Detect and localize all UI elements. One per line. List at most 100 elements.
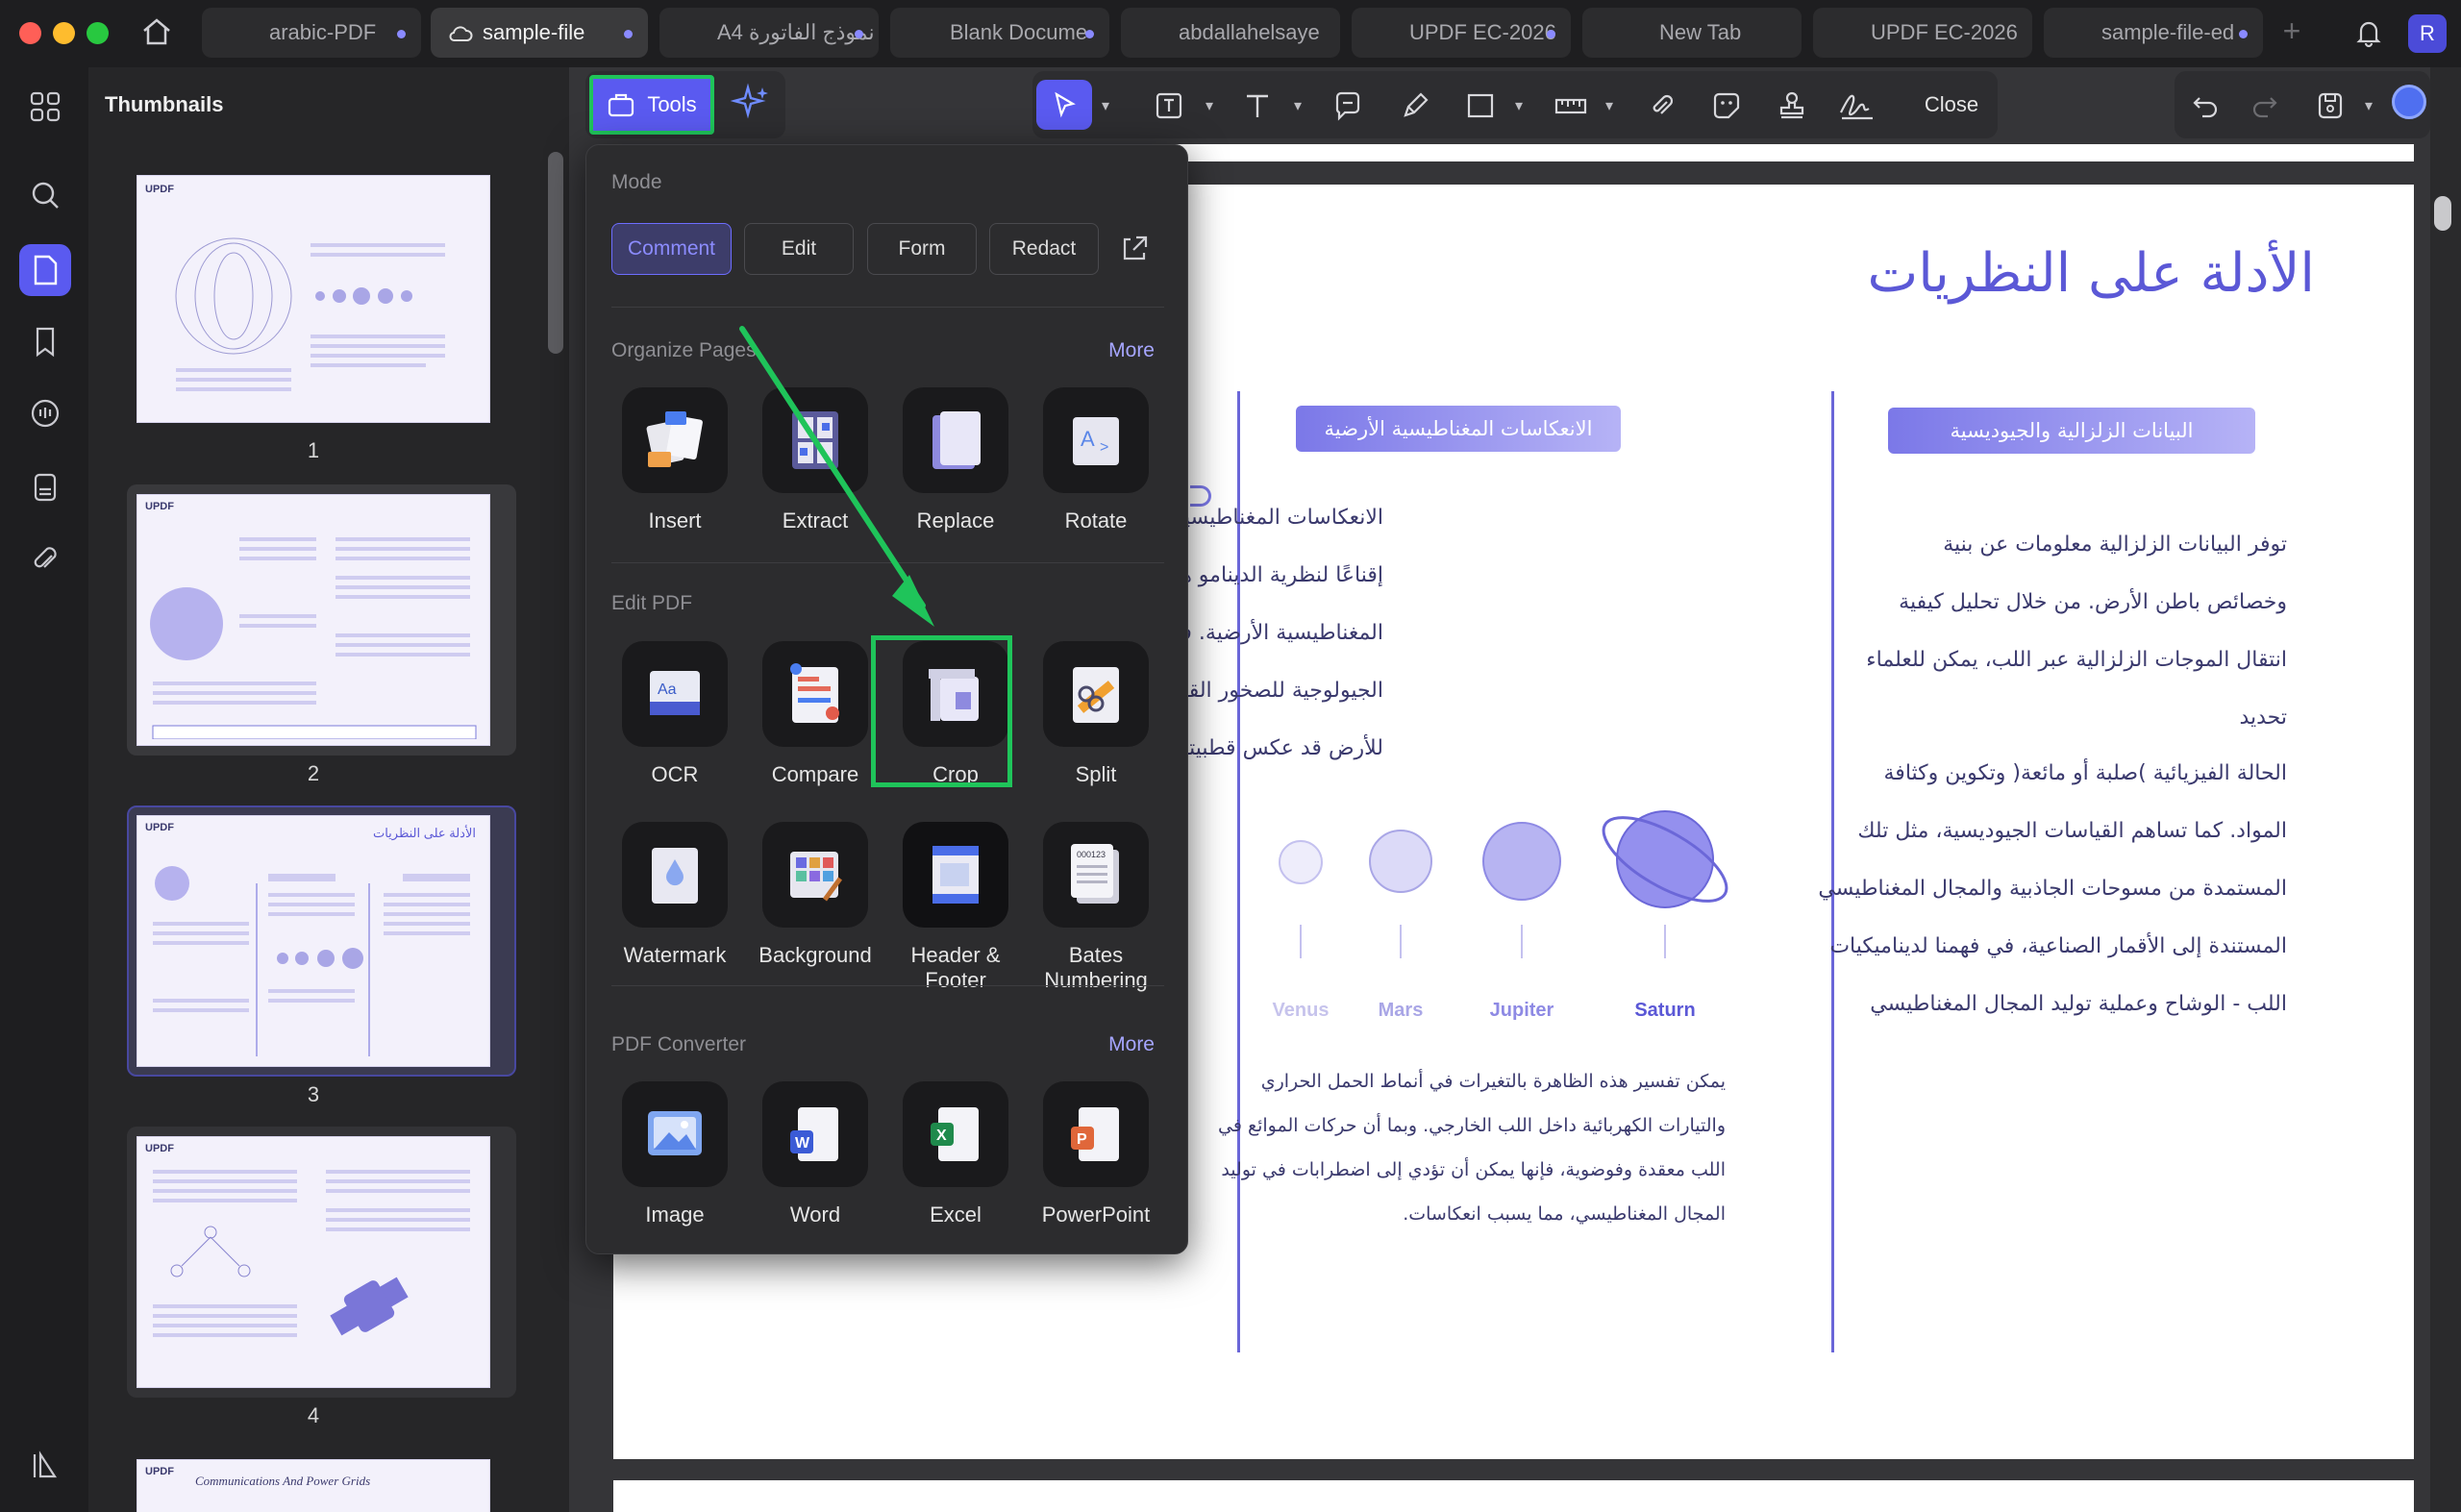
text-icon[interactable] xyxy=(1236,85,1279,127)
signature-icon[interactable] xyxy=(1836,85,1878,127)
right-paragraph-line: الحالة الفيزيائية )صلبة أو مائعة( وتكوين… xyxy=(1883,761,2287,785)
home-icon[interactable] xyxy=(139,14,174,49)
undo-icon[interactable] xyxy=(2184,85,2226,127)
mode-comment-button[interactable]: Comment xyxy=(611,223,732,275)
watermark-tool[interactable]: Watermark xyxy=(605,822,745,968)
avatar[interactable]: R xyxy=(2408,14,2447,53)
chevron-down-icon[interactable]: ▾ xyxy=(1600,85,1619,127)
comment-list-icon[interactable] xyxy=(23,392,67,436)
paperclip-icon[interactable] xyxy=(23,536,67,581)
page-number-3: 3 xyxy=(307,1082,320,1106)
thumbnail-page-3[interactable]: UPDF الأدلة على النظريات xyxy=(137,815,490,1067)
insert-tool[interactable]: Insert xyxy=(605,387,745,533)
convert-word-tool[interactable]: W Word xyxy=(745,1081,885,1227)
grid-icon[interactable] xyxy=(23,85,67,129)
split-tool[interactable]: Split xyxy=(1026,641,1166,787)
convert-excel-tool[interactable]: X Excel xyxy=(885,1081,1026,1227)
chevron-down-icon[interactable]: ▾ xyxy=(1096,85,1115,127)
convert-image-tool[interactable]: Image xyxy=(605,1081,745,1227)
comment-bubble-icon[interactable] xyxy=(1327,85,1369,127)
sticker-icon[interactable] xyxy=(1705,85,1748,127)
tab-updf-ec-1[interactable]: UPDF EC-2026 xyxy=(1352,8,1571,58)
pen-icon[interactable] xyxy=(1394,85,1436,127)
bell-icon[interactable] xyxy=(2351,15,2386,50)
tools-button[interactable]: Tools xyxy=(589,75,714,135)
save-icon[interactable] xyxy=(2309,85,2351,127)
chevron-down-icon[interactable]: ▾ xyxy=(1200,85,1219,127)
background-tool[interactable]: Background xyxy=(745,822,885,968)
header-footer-tool[interactable]: Header & Footer xyxy=(885,822,1026,993)
tab-blank-document[interactable]: Blank Docume xyxy=(890,8,1109,58)
sidebar-toggle-icon[interactable] xyxy=(23,1444,67,1488)
rotate-label: Rotate xyxy=(1064,508,1128,533)
mode-edit-button[interactable]: Edit xyxy=(744,223,854,275)
ocr-tool[interactable]: Aa OCR xyxy=(605,641,745,787)
right-column-divider xyxy=(1831,391,1834,1352)
tab-invoice[interactable]: A4 نموذج الفاتورة xyxy=(659,8,879,58)
tab-updf-ec-2[interactable]: UPDF EC-2026 xyxy=(1813,8,2032,58)
image-icon xyxy=(648,1111,702,1155)
chevron-down-icon[interactable]: ▾ xyxy=(1288,85,1307,127)
compare-icon xyxy=(790,663,839,723)
ai-assistant-icon[interactable] xyxy=(2392,85,2426,119)
page-attachment-icon[interactable] xyxy=(23,465,67,509)
chevron-down-icon[interactable]: ▾ xyxy=(1509,85,1529,127)
planet-label-jupiter: Jupiter xyxy=(1489,1000,1554,1021)
attachment-icon[interactable] xyxy=(1640,85,1682,127)
document-scrollbar-thumb[interactable] xyxy=(2434,196,2451,231)
mode-redact-button[interactable]: Redact xyxy=(989,223,1099,275)
thumbnail-4-preview xyxy=(153,1170,470,1337)
chevron-down-icon[interactable]: ▾ xyxy=(2359,85,2378,127)
tab-arabic-pdf[interactable]: arabic-PDF xyxy=(202,8,421,58)
close-window-button[interactable] xyxy=(19,22,41,44)
converter-more-link[interactable]: More xyxy=(1108,1033,1155,1056)
tab-label: New Tab xyxy=(1659,20,1742,44)
search-icon[interactable] xyxy=(23,173,67,217)
planet-label-saturn: Saturn xyxy=(1634,1000,1696,1021)
select-cursor-icon[interactable] xyxy=(1036,80,1092,130)
new-tab-plus-icon[interactable]: + xyxy=(2275,13,2309,48)
open-external-icon[interactable] xyxy=(1117,232,1152,266)
organize-more-link[interactable]: More xyxy=(1108,339,1155,362)
left-column-divider xyxy=(1237,391,1240,1352)
convert-powerpoint-tool[interactable]: P PowerPoint xyxy=(1026,1081,1166,1227)
page-number-1: 1 xyxy=(307,438,320,462)
compare-tool[interactable]: Compare xyxy=(745,641,885,787)
thumbnail-3-title: الأدلة على النظريات xyxy=(372,826,476,840)
popup-divider xyxy=(611,985,1164,986)
rectangle-shape-icon[interactable] xyxy=(1459,85,1502,127)
tab-new-tab[interactable]: New Tab xyxy=(1582,8,1802,58)
tab-sample-file-ed[interactable]: sample-file-ed xyxy=(2044,8,2263,58)
thumbnail-page-1[interactable]: UPDF xyxy=(137,175,490,423)
thumbnails-icon[interactable] xyxy=(19,244,71,296)
rotate-tool[interactable]: A > Rotate xyxy=(1026,387,1166,533)
planet-saturn xyxy=(1616,810,1714,908)
bookmark-icon[interactable] xyxy=(23,319,67,363)
bates-numbering-tool[interactable]: 000123 Bates Numbering xyxy=(1026,822,1166,993)
thumbnail-1-preview xyxy=(175,237,445,391)
planet-venus xyxy=(1279,840,1323,884)
measure-icon[interactable] xyxy=(1550,85,1592,127)
word-icon: W xyxy=(790,1107,838,1161)
zoom-window-button[interactable] xyxy=(87,22,109,44)
watermark-icon xyxy=(652,848,698,904)
tab-abdallahelsayed[interactable]: abdallahelsaye xyxy=(1121,8,1340,58)
close-toolbar-button[interactable]: Close xyxy=(1905,79,1998,131)
crop-tool[interactable]: Crop xyxy=(871,635,1026,787)
text-box-icon[interactable] xyxy=(1148,85,1190,127)
thumbnail-page-2[interactable]: UPDF xyxy=(137,494,490,746)
thumbnail-page-4[interactable]: UPDF xyxy=(137,1136,490,1388)
planets-illustration xyxy=(1279,810,1728,958)
stamp-icon[interactable] xyxy=(1771,85,1813,127)
background-icon xyxy=(790,852,843,902)
mode-form-button[interactable]: Form xyxy=(867,223,977,275)
ai-sparkle-icon[interactable] xyxy=(730,82,773,124)
redo-icon[interactable] xyxy=(2244,85,2286,127)
bottom-paragraph-line: والتيارات الكهربائية داخل اللب الخارجي. … xyxy=(1218,1115,1726,1136)
planet-label-venus: Venus xyxy=(1272,1000,1330,1021)
background-label: Background xyxy=(758,943,872,967)
tab-sample-file[interactable]: sample-file xyxy=(431,8,648,58)
minimize-window-button[interactable] xyxy=(53,22,75,44)
thumbnail-page-5[interactable]: UPDF Communications And Power Grids xyxy=(137,1459,490,1512)
thumbnail-scrollbar[interactable] xyxy=(548,152,563,354)
